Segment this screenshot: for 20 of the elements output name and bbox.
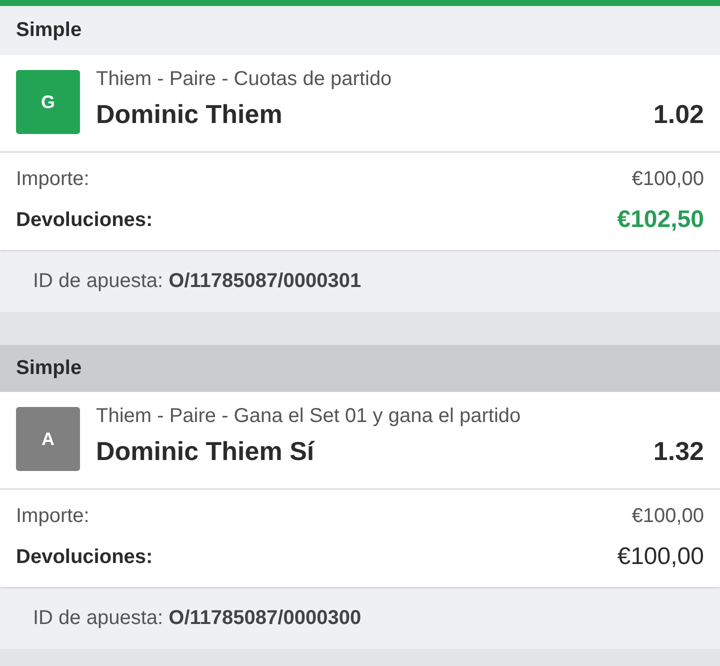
bet-id-text: ID de apuesta: O/11785087/0000300 <box>33 606 362 631</box>
return-value: €100,00 <box>617 542 704 572</box>
market-name: Thiem - Paire - Gana el Set 01 y gana el partido <box>96 404 521 429</box>
return-label: Devoluciones: <box>16 545 153 570</box>
bet-id-text: ID de apuesta: O/11785087/0000301 <box>33 269 362 294</box>
bet-type-header: Simple <box>0 345 720 392</box>
selection-name: Dominic Thiem <box>96 98 282 130</box>
selection-name: Dominic Thiem Sí <box>96 435 314 467</box>
market-name: Thiem - Paire - Cuotas de partido <box>96 67 392 92</box>
stake-label: Importe: <box>16 167 90 192</box>
result-badge: G <box>16 70 80 134</box>
return-value: €102,50 <box>617 205 704 235</box>
stake-value: €100,00 <box>632 167 704 192</box>
result-badge: A <box>16 407 80 471</box>
stake-value: €100,00 <box>632 504 704 529</box>
return-label: Devoluciones: <box>16 208 153 233</box>
odds-value: 1.32 <box>653 435 704 467</box>
bet-type-header: Simple <box>0 6 720 55</box>
odds-value: 1.02 <box>653 98 704 130</box>
stake-label: Importe: <box>16 504 90 529</box>
